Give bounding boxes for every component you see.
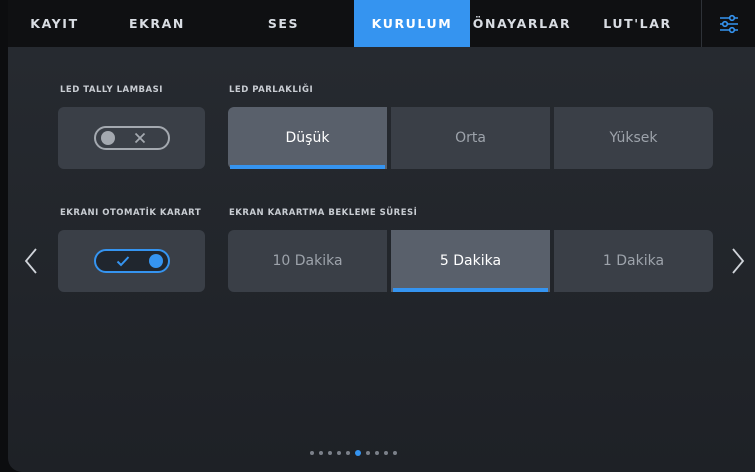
x-icon xyxy=(134,128,146,148)
tab-ses[interactable]: SES xyxy=(213,0,354,47)
page-dot xyxy=(393,451,397,455)
chevron-right-icon[interactable] xyxy=(731,247,745,279)
tab-lutlar[interactable]: LUT'LAR xyxy=(574,0,701,47)
page-dot xyxy=(328,451,332,455)
page-dot xyxy=(337,451,341,455)
dim-delay-option-1min[interactable]: 1 Dakika xyxy=(554,230,713,292)
toggle-knob xyxy=(100,131,115,145)
tab-ekran[interactable]: EKRAN xyxy=(101,0,213,47)
page-dot xyxy=(319,451,323,455)
toggle-knob xyxy=(148,254,163,268)
menu-button[interactable] xyxy=(701,0,755,47)
sliders-icon xyxy=(719,14,738,33)
dim-delay-option-5min[interactable]: 5 Dakika xyxy=(391,230,550,292)
chevron-left-icon[interactable] xyxy=(24,247,38,279)
page-indicator xyxy=(310,450,402,456)
led-brightness-option-low[interactable]: Düşük xyxy=(228,107,387,169)
led-tally-toggle[interactable] xyxy=(93,126,170,150)
page-dot xyxy=(384,451,388,455)
dim-delay-option-10min[interactable]: 10 Dakika xyxy=(228,230,387,292)
check-icon xyxy=(116,251,130,271)
page-dot xyxy=(355,450,361,456)
page-dot xyxy=(310,451,314,455)
page-dot xyxy=(375,451,379,455)
led-tally-label: LED TALLY LAMBASI xyxy=(60,85,163,95)
led-brightness-option-high[interactable]: Yüksek xyxy=(554,107,713,169)
dim-delay-label: EKRAN KARARTMA BEKLEME SÜRESİ xyxy=(229,208,418,218)
tab-onayarlar[interactable]: ÖNAYARLAR xyxy=(470,0,574,47)
auto-dim-label: EKRANI OTOMATİK KARART xyxy=(60,208,202,218)
tab-bar: KAYIT EKRAN SES KURULUM ÖNAYARLAR LUT'LA… xyxy=(8,0,755,47)
tab-kayit[interactable]: KAYIT xyxy=(8,0,101,47)
led-brightness-label: LED PARLAKLIĞI xyxy=(229,85,314,95)
led-tally-panel xyxy=(58,107,205,169)
page-dot xyxy=(346,451,350,455)
page-dot xyxy=(366,451,370,455)
tab-kurulum[interactable]: KURULUM xyxy=(354,0,470,47)
led-brightness-option-medium[interactable]: Orta xyxy=(391,107,550,169)
auto-dim-panel xyxy=(58,230,205,292)
setup-screen: KAYIT EKRAN SES KURULUM ÖNAYARLAR LUT'LA… xyxy=(8,0,755,472)
auto-dim-toggle[interactable] xyxy=(93,249,170,273)
